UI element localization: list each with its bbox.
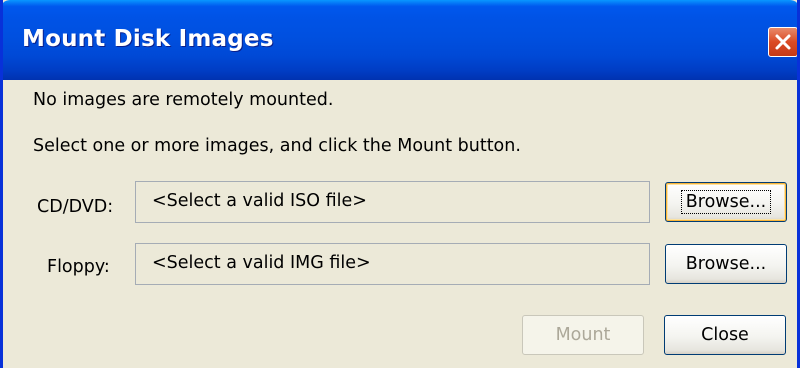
close-button-label: Close — [701, 325, 749, 345]
cd-dvd-path-field[interactable]: <Select a valid ISO file> — [135, 181, 650, 223]
floppy-path-field[interactable]: <Select a valid IMG file> — [135, 243, 650, 285]
title-bar[interactable]: Mount Disk Images — [3, 0, 797, 80]
window-title: Mount Disk Images — [22, 26, 274, 52]
close-button[interactable]: Close — [664, 315, 786, 355]
mount-button-label: Mount — [555, 325, 611, 345]
dialog-body: No images are remotely mounted. Select o… — [3, 80, 797, 368]
cd-dvd-browse-label: Browse... — [680, 190, 772, 214]
mount-disk-images-dialog: Mount Disk Images No images are remotely… — [0, 0, 800, 368]
cd-dvd-path-placeholder: <Select a valid ISO file> — [152, 191, 367, 211]
window-close-button[interactable] — [768, 27, 797, 57]
cd-dvd-browse-button[interactable]: Browse... — [665, 182, 787, 222]
floppy-label: Floppy: — [47, 257, 110, 277]
status-message: No images are remotely mounted. — [33, 90, 334, 110]
floppy-browse-label: Browse... — [685, 254, 767, 274]
floppy-browse-button[interactable]: Browse... — [665, 244, 787, 284]
mount-button[interactable]: Mount — [522, 315, 644, 355]
close-icon — [775, 34, 791, 50]
instruction-message: Select one or more images, and click the… — [33, 136, 521, 156]
cd-dvd-label: CD/DVD: — [37, 197, 114, 217]
floppy-path-placeholder: <Select a valid IMG file> — [152, 253, 371, 273]
